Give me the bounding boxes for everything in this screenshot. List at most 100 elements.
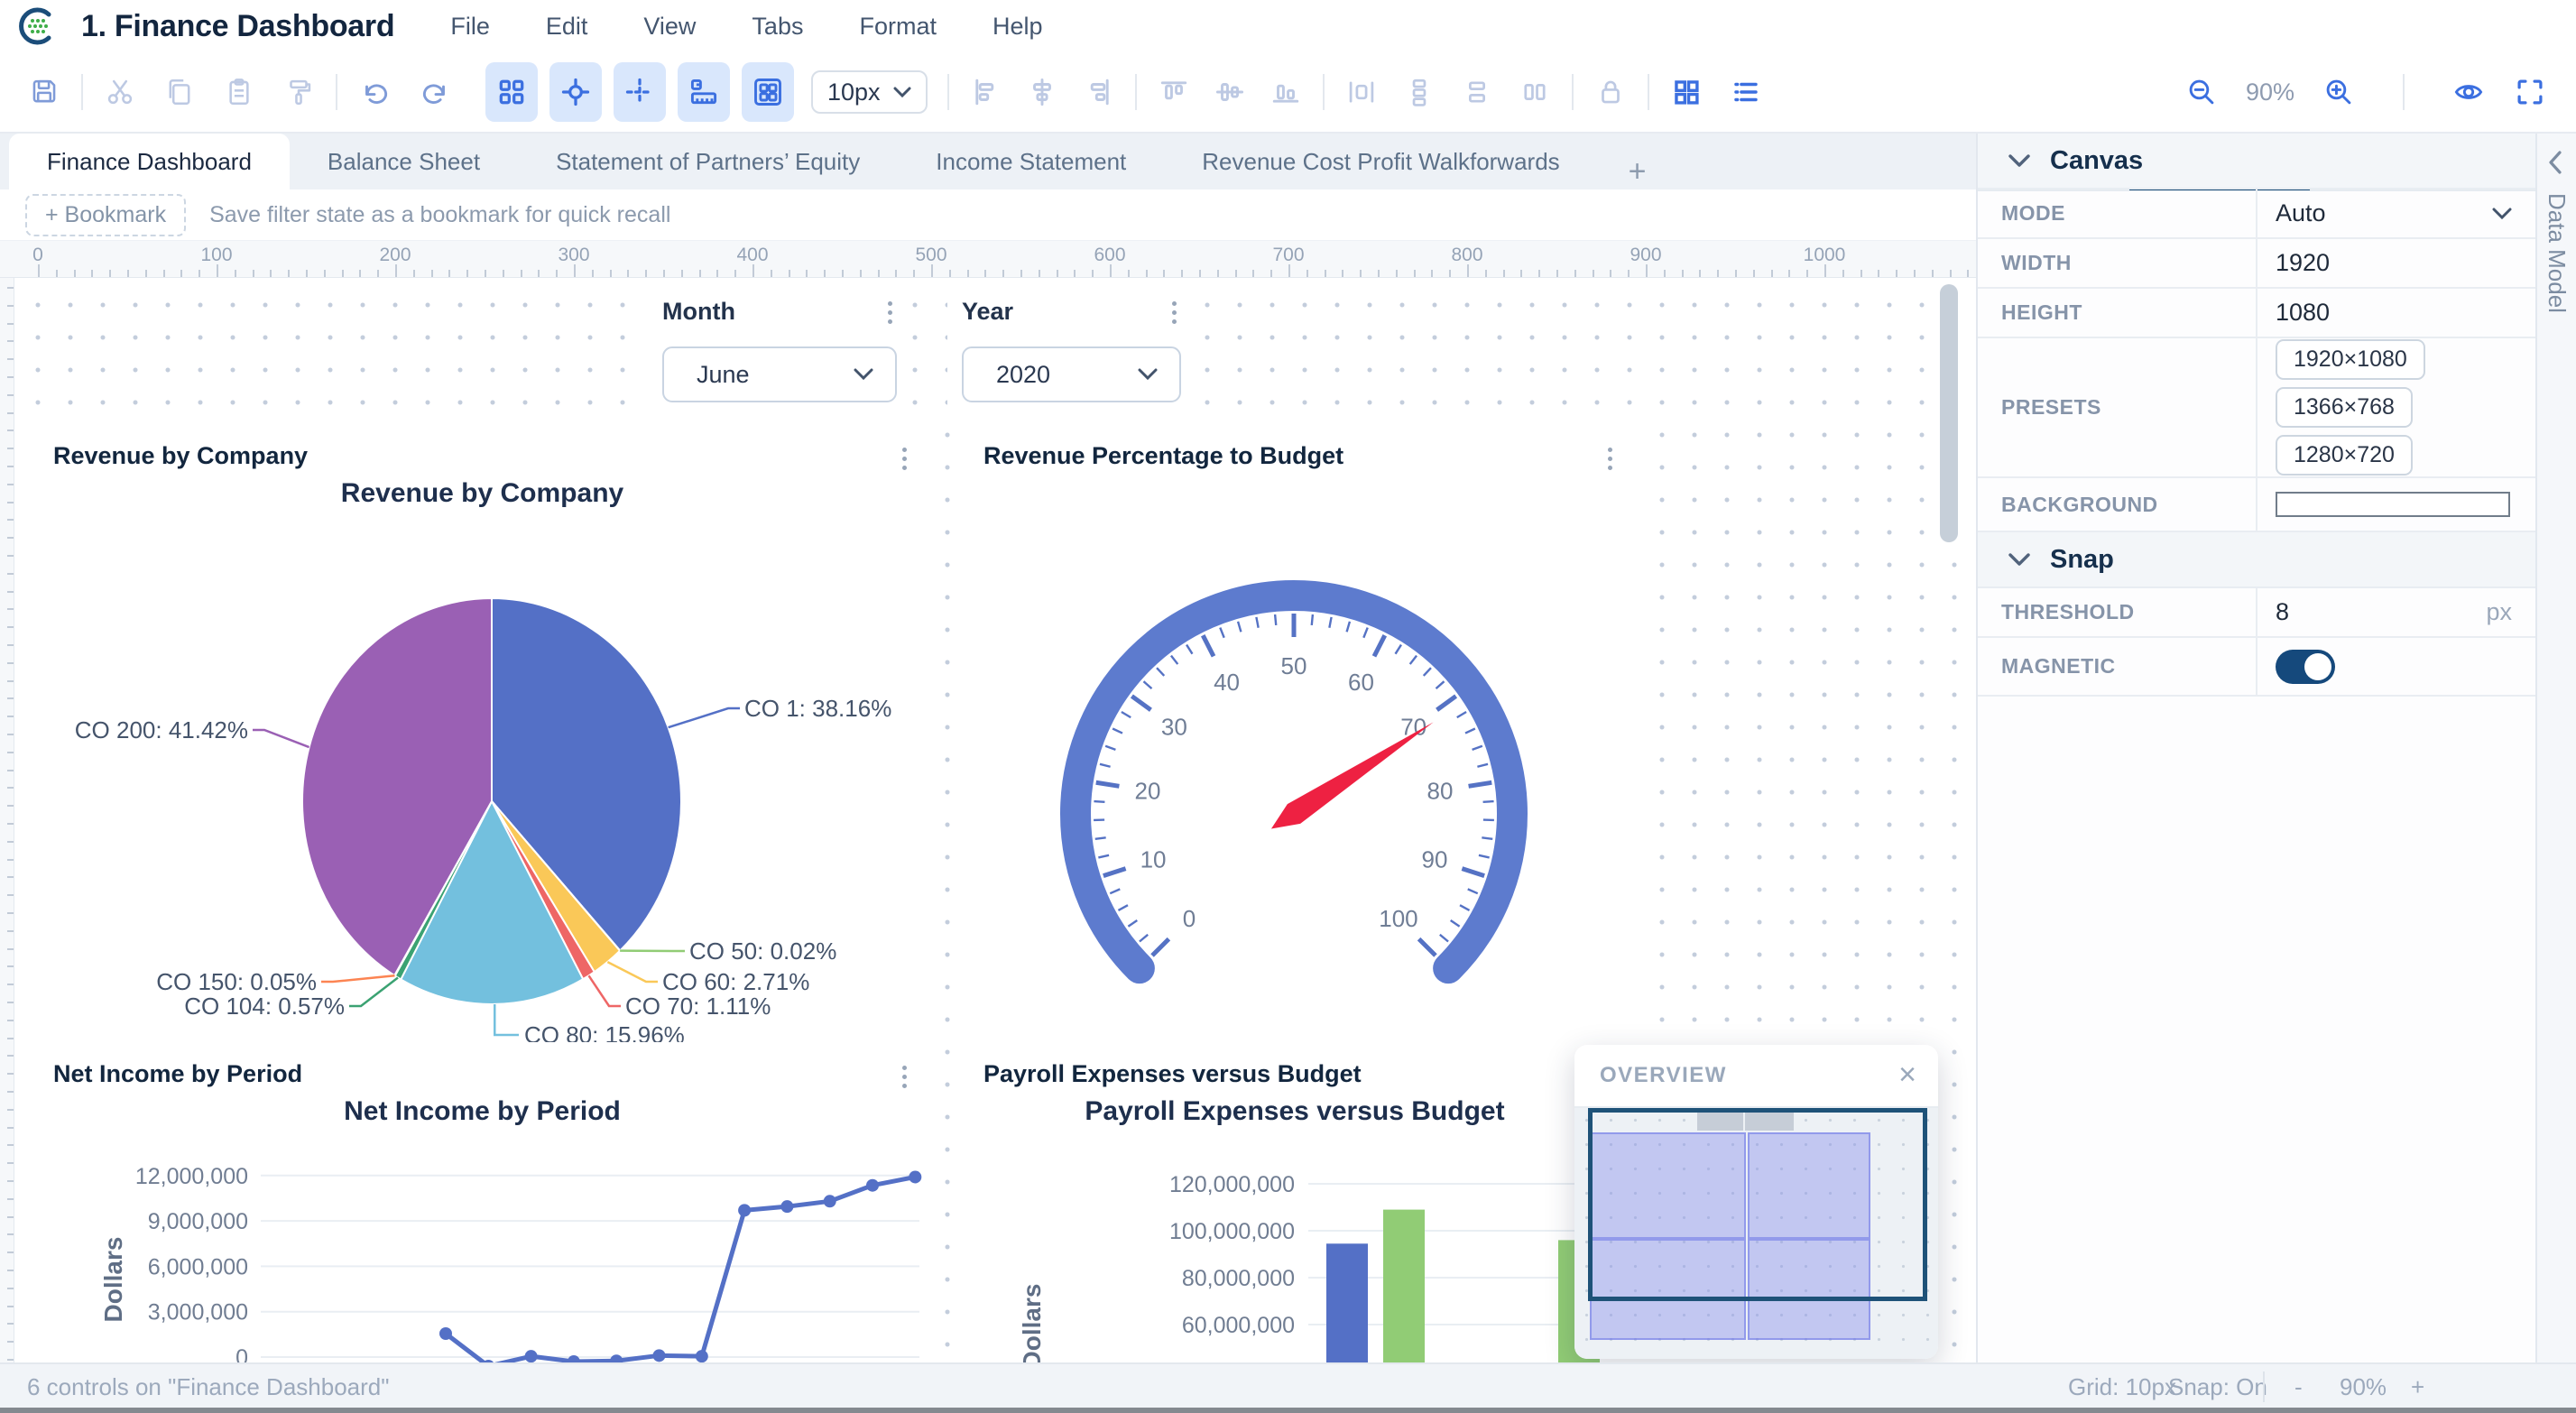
- revenue-by-company-widget[interactable]: Revenue by Company Revenue by Company CO…: [26, 431, 938, 1042]
- magnetic-row: MAGNETIC: [1978, 638, 2535, 697]
- chart-title: Payroll Expenses versus Budget: [956, 1096, 1633, 1127]
- year-filter-select[interactable]: 2020: [962, 346, 1181, 402]
- zoom-level[interactable]: 90%: [2246, 78, 2294, 106]
- format-paint-button[interactable]: [282, 75, 316, 109]
- month-filter-select[interactable]: June: [662, 346, 897, 402]
- undo-button[interactable]: [357, 75, 392, 109]
- magnetic-toggle[interactable]: [2276, 650, 2335, 684]
- mode-select[interactable]: Auto: [2257, 189, 2535, 237]
- snap-section-header[interactable]: Snap: [1978, 532, 2535, 588]
- canvas-section-title: Canvas: [2050, 146, 2143, 176]
- magnetic-label: MAGNETIC: [1978, 638, 2257, 695]
- height-input[interactable]: 1080: [2257, 289, 2535, 337]
- distribute-horizontal-button[interactable]: [1344, 75, 1379, 109]
- fullscreen-button[interactable]: [2513, 75, 2547, 109]
- ruler-label: 500: [915, 245, 946, 266]
- toolbar-zoom-group: 90%: [2184, 52, 2547, 132]
- data-model-expand-button[interactable]: [2546, 148, 2564, 177]
- year-filter-menu-icon[interactable]: [1172, 301, 1179, 324]
- widget-menu-icon[interactable]: [902, 1066, 909, 1088]
- dashboard-tab-3[interactable]: Income Statement: [898, 134, 1164, 189]
- grid-layout-toggle[interactable]: [485, 62, 538, 122]
- add-tab-button[interactable]: +: [1598, 154, 1677, 189]
- align-center-horizontal-button[interactable]: [1025, 75, 1059, 109]
- dashboard-tabbar: Finance DashboardBalance SheetStatement …: [0, 134, 1976, 189]
- dashboard-tab-2[interactable]: Statement of Partners’ Equity: [518, 134, 898, 189]
- zoom-in-button[interactable]: [2322, 75, 2356, 109]
- mode-label: MODE: [1978, 189, 2257, 237]
- grid-view-button[interactable]: [1669, 75, 1703, 109]
- document-title: 1. Finance Dashboard: [81, 9, 394, 44]
- add-bookmark-button[interactable]: + Bookmark: [25, 194, 186, 236]
- svg-text:3,000,000: 3,000,000: [148, 1300, 248, 1325]
- redo-button[interactable]: [419, 75, 453, 109]
- ruler-label: 700: [1272, 245, 1304, 266]
- svg-text:CO 50: 0.02%: CO 50: 0.02%: [689, 937, 836, 965]
- ruler-label: 300: [558, 245, 589, 266]
- lock-button[interactable]: [1593, 75, 1628, 109]
- paste-button[interactable]: [222, 75, 256, 109]
- cut-button[interactable]: [103, 75, 137, 109]
- save-button[interactable]: [27, 75, 61, 109]
- grid-size-select[interactable]: 10px: [811, 70, 928, 114]
- snap-to-grid-toggle[interactable]: [614, 62, 666, 122]
- overview-panel[interactable]: OVERVIEW ×: [1574, 1045, 1938, 1359]
- width-input[interactable]: 1920: [2257, 239, 2535, 287]
- canvas-vertical-scrollbar[interactable]: [1940, 284, 1958, 542]
- list-view-button[interactable]: [1729, 75, 1763, 109]
- dashboard-tab-0[interactable]: Finance Dashboard: [9, 134, 290, 189]
- minimap-viewport[interactable]: [1588, 1108, 1927, 1301]
- canvas-section-header[interactable]: Canvas: [1978, 134, 2535, 189]
- status-grid: Grid: 10px: [2068, 1373, 2176, 1401]
- year-filter-widget: Year 2020: [947, 287, 1196, 424]
- status-zoom-in-button[interactable]: +: [2411, 1373, 2424, 1401]
- distribute-vertical-button[interactable]: [1402, 75, 1436, 109]
- revenue-percentage-gauge-widget[interactable]: Revenue Percentage to Budget 01020304050…: [956, 431, 1633, 1042]
- threshold-input[interactable]: 8 px: [2257, 588, 2535, 636]
- copy-button[interactable]: [162, 75, 197, 109]
- show-grid-toggle[interactable]: [742, 62, 794, 122]
- space-evenly-vertical-button[interactable]: [1460, 75, 1494, 109]
- preset-button-2[interactable]: 1280×720: [2276, 435, 2413, 476]
- zoom-out-button[interactable]: [2184, 75, 2219, 109]
- divider: [947, 74, 949, 110]
- widget-menu-icon[interactable]: [1608, 448, 1615, 470]
- overview-minimap[interactable]: [1574, 1108, 1938, 1359]
- net-income-widget[interactable]: Net Income by Period Net Income by Perio…: [26, 1049, 938, 1362]
- align-left-button[interactable]: [969, 75, 1003, 109]
- widget-menu-icon[interactable]: [902, 448, 909, 470]
- divider: [81, 74, 83, 110]
- threshold-value: 8: [2276, 598, 2289, 626]
- align-right-button[interactable]: [1081, 75, 1115, 109]
- preview-eye-button[interactable]: [2451, 75, 2486, 109]
- align-middle-vertical-button[interactable]: [1213, 75, 1247, 109]
- close-icon[interactable]: ×: [1898, 1057, 1916, 1093]
- widget-title: Revenue by Company: [53, 442, 308, 470]
- align-bottom-button[interactable]: [1269, 75, 1303, 109]
- menu-tabs[interactable]: Tabs: [752, 13, 803, 41]
- preset-button-0[interactable]: 1920×1080: [2276, 339, 2425, 380]
- menu-edit[interactable]: Edit: [546, 13, 588, 41]
- svg-text:Dollars: Dollars: [99, 1237, 127, 1323]
- data-model-label[interactable]: Data Model: [2543, 193, 2571, 313]
- chevron-left-icon: [2546, 148, 2564, 177]
- svg-text:30: 30: [1161, 714, 1187, 741]
- month-filter-menu-icon[interactable]: [888, 301, 895, 324]
- chevron-down-icon: [2008, 553, 2030, 567]
- menu-file[interactable]: File: [450, 13, 490, 41]
- payroll-vs-budget-widget[interactable]: Payroll Expenses versus Budget Payroll E…: [956, 1049, 1633, 1362]
- menu-format[interactable]: Format: [859, 13, 937, 41]
- dashboard-tab-4[interactable]: Revenue Cost Profit Walkforwards: [1164, 134, 1597, 189]
- snap-to-guides-toggle[interactable]: [549, 62, 602, 122]
- dashboard-tab-1[interactable]: Balance Sheet: [290, 134, 518, 189]
- menu-view[interactable]: View: [643, 13, 696, 41]
- preset-button-1[interactable]: 1366×768: [2276, 387, 2413, 428]
- align-top-button[interactable]: [1157, 75, 1191, 109]
- status-zoom-out-button[interactable]: -: [2294, 1373, 2303, 1401]
- height-label: HEIGHT: [1978, 289, 2257, 337]
- chevron-down-icon: [893, 87, 911, 98]
- show-ruler-toggle[interactable]: [678, 62, 730, 122]
- background-color-swatch[interactable]: [2276, 492, 2510, 517]
- space-evenly-horizontal-button[interactable]: [1518, 75, 1552, 109]
- menu-help[interactable]: Help: [993, 13, 1043, 41]
